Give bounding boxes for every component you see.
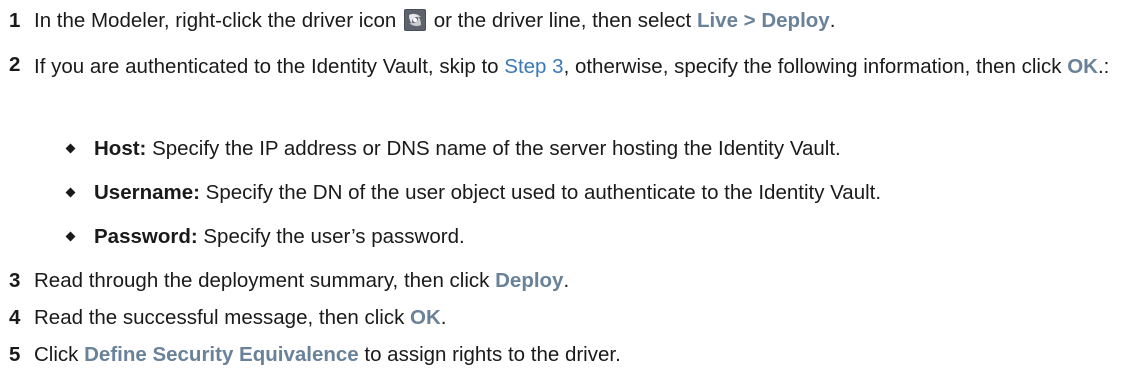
step-text-end: . [829, 9, 836, 32]
step-2: 2 If you are authenticated to the Identi… [9, 52, 1119, 81]
procedure-page: 1 In the Modeler, right-click the driver… [0, 0, 1123, 377]
step-number: 4 [9, 306, 21, 329]
ui-action-ok: OK [410, 306, 441, 329]
bullet-icon [65, 143, 76, 154]
step-text-part: Read through the deployment summary, the… [34, 269, 496, 292]
bullet-host: Host: Specify the IP address or DNS name… [65, 136, 1119, 162]
step-number: 1 [9, 9, 21, 32]
step-text-end: .: [1097, 55, 1110, 78]
step-text: Click Define Security Equivalence to ass… [34, 342, 1119, 368]
step-text-part: or the driver line, then select [428, 9, 697, 32]
step-number: 3 [9, 269, 21, 292]
bullet-icon [65, 231, 76, 242]
step-text-part: Click [34, 343, 85, 366]
step-text-part: In the Modeler, right-click the driver i… [34, 9, 397, 32]
step-text-part: If you are authenticated to the Identity… [34, 55, 505, 78]
bullet-term: Password: [94, 225, 198, 248]
bullet-description: Specify the DN of the user object used t… [199, 181, 882, 204]
bullet-text: Username: Specify the DN of the user obj… [94, 180, 1119, 206]
step-text-end: to assign rights to the driver. [358, 343, 621, 366]
bullet-password: Password: Specify the user’s password. [65, 224, 1119, 250]
step-text: Read through the deployment summary, the… [34, 268, 1119, 294]
step-number: 5 [9, 343, 21, 366]
bullet-username: Username: Specify the DN of the user obj… [65, 180, 1119, 206]
ui-action-ok: OK [1067, 55, 1098, 78]
step-5: 5 Click Define Security Equivalence to a… [9, 342, 1119, 368]
step-1: 1 In the Modeler, right-click the driver… [9, 8, 1119, 34]
step-text-end: . [563, 269, 570, 292]
ui-action-deploy: Deploy [495, 269, 564, 292]
driver-icon [404, 9, 427, 31]
step-4: 4 Read the successful message, then clic… [9, 305, 1119, 331]
bullet-icon [65, 187, 76, 198]
bullet-description: Specify the user’s password. [197, 225, 465, 248]
bullet-term: Username: [94, 181, 200, 204]
step-text-part: Read the successful message, then click [34, 306, 411, 329]
ui-action-define-security-equivalence: Define Security Equivalence [84, 343, 359, 366]
step-text: Read the successful message, then click … [34, 305, 1119, 331]
step-text: In the Modeler, right-click the driver i… [34, 8, 1119, 34]
step-3-link[interactable]: Step 3 [504, 55, 563, 78]
step-number: 2 [9, 53, 21, 76]
ui-action-live-deploy: Live > Deploy [696, 9, 830, 32]
bullet-text: Password: Specify the user’s password. [94, 224, 1119, 250]
bullet-description: Specify the IP address or DNS name of th… [146, 137, 841, 160]
step-text-end: . [440, 306, 447, 329]
step-text: If you are authenticated to the Identity… [34, 52, 1119, 81]
step-3: 3 Read through the deployment summary, t… [9, 268, 1119, 294]
step-text-part: , otherwise, specify the following infor… [563, 55, 1068, 78]
bullet-term: Host: [94, 137, 147, 160]
bullet-text: Host: Specify the IP address or DNS name… [94, 136, 1119, 162]
